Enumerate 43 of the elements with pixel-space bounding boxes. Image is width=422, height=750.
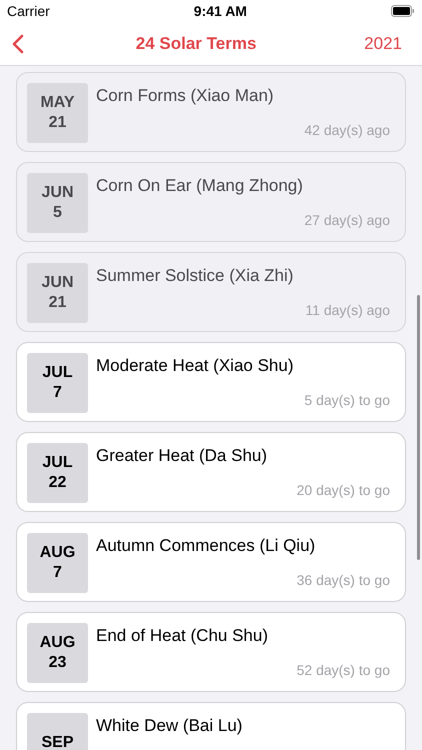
- term-name: End of Heat (Chu Shu): [96, 625, 269, 647]
- term-name: Moderate Heat (Xiao Shu): [96, 355, 294, 377]
- term-card[interactable]: MAY 21 Corn Forms (Xiao Man) 42 day(s) ago: [16, 72, 406, 152]
- year-button[interactable]: 2021: [364, 30, 410, 56]
- relative-days: 27 day(s) ago: [304, 210, 390, 231]
- term-name: Corn On Ear (Mang Zhong): [96, 175, 304, 197]
- month-label: AUG: [40, 543, 76, 563]
- month-label: SEP: [41, 733, 74, 750]
- term-card[interactable]: SEP White Dew (Bai Lu): [16, 702, 406, 750]
- status-time: 9:41 AM: [194, 2, 247, 20]
- relative-days: 36 day(s) to go: [296, 570, 390, 591]
- term-name: White Dew (Bai Lu): [96, 715, 244, 737]
- term-name: Greater Heat (Da Shu): [96, 445, 268, 467]
- day-label: 5: [53, 203, 62, 223]
- day-label: 7: [53, 563, 62, 583]
- month-label: JUN: [41, 273, 74, 293]
- month-label: MAY: [40, 93, 75, 113]
- month-label: JUL: [42, 453, 73, 473]
- day-label: 21: [48, 113, 66, 133]
- term-name: Autumn Commences (Li Qiu): [96, 535, 316, 557]
- day-label: 23: [48, 653, 66, 673]
- term-name: Summer Solstice (Xia Zhi): [96, 265, 294, 287]
- relative-days: 52 day(s) to go: [296, 660, 390, 681]
- term-name: Corn Forms (Xiao Man): [96, 85, 275, 107]
- month-label: JUN: [41, 183, 74, 203]
- relative-days: 42 day(s) ago: [304, 120, 390, 141]
- carrier-label: Carrier: [7, 2, 50, 20]
- term-card[interactable]: JUL 7 Moderate Heat (Xiao Shu) 5 day(s) to go: [16, 342, 406, 422]
- day-label: 21: [48, 293, 66, 313]
- term-card[interactable]: AUG 7 Autumn Commences (Li Qiu) 36 day(s) to go: [16, 522, 406, 602]
- term-card[interactable]: AUG 23 End of Heat (Chu Shu) 52 day(s) to go: [16, 612, 406, 692]
- relative-days: 20 day(s) to go: [296, 480, 390, 501]
- month-label: JUL: [42, 363, 73, 383]
- relative-days: 11 day(s) ago: [305, 300, 390, 321]
- term-card[interactable]: JUN 21 Summer Solstice (Xia Zhi) 11 day(s) ago: [16, 252, 406, 332]
- relative-days: 5 day(s) to go: [304, 390, 390, 411]
- day-label: 7: [53, 383, 62, 403]
- term-card[interactable]: JUN 5 Corn On Ear (Mang Zhong) 27 day(s) ago: [16, 162, 406, 242]
- day-label: 22: [48, 473, 66, 493]
- nav-title: 24 Solar Terms: [136, 32, 256, 55]
- term-card[interactable]: JUL 22 Greater Heat (Da Shu) 20 day(s) to go: [16, 432, 406, 512]
- month-label: AUG: [40, 633, 76, 653]
- battery-icon: [390, 5, 415, 17]
